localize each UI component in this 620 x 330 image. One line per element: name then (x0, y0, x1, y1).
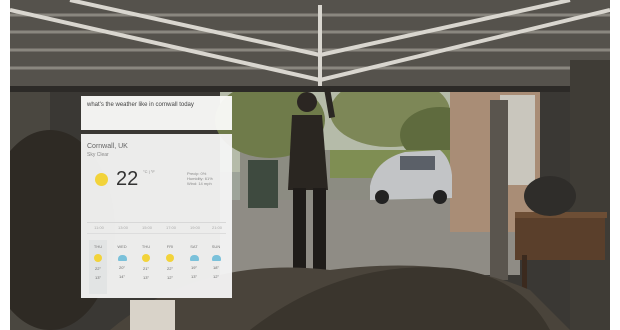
forecast-day[interactable]: SUN 18° 12° (207, 240, 225, 294)
hourly-line (87, 222, 226, 223)
day-high: 19° (190, 265, 198, 270)
forecast-day[interactable]: THU 21° 13° (137, 240, 155, 294)
day-high: 20° (118, 265, 126, 270)
sun-icon (142, 254, 150, 262)
day-low: 14° (118, 274, 126, 279)
wind-text: Wind: 14 mph (187, 181, 212, 186)
forecast-day[interactable]: THU 22° 13° (89, 240, 107, 294)
weather-details: Precip: 0% Humidity: 61% Wind: 14 mph (187, 171, 231, 186)
weather-location: Cornwall, UK (87, 143, 128, 150)
hour-label: 19:00 (189, 225, 200, 230)
hour-label: 17:00 (165, 225, 176, 230)
day-name: SUN (211, 244, 221, 249)
forecast-day[interactable]: FRI 22° 12° (161, 240, 179, 294)
day-low: 13° (94, 275, 102, 280)
day-high: 22° (94, 266, 102, 271)
temperature-unit-toggle[interactable]: °C | °F (143, 169, 155, 174)
weather-condition: Sky Clear (87, 152, 109, 158)
cloud-icon (189, 255, 199, 261)
hour-label: 15:00 (141, 225, 152, 230)
sun-icon (94, 254, 102, 262)
video-frame: what's the weather like in cornwall toda… (10, 0, 610, 330)
day-high: 18° (212, 265, 220, 270)
sun-icon (95, 173, 108, 186)
day-name: SAT (190, 244, 198, 249)
day-name: FRI (166, 244, 174, 249)
day-high: 21° (142, 266, 150, 271)
day-name: THU (93, 244, 103, 249)
day-high: 22° (166, 266, 174, 271)
day-name: THU (141, 244, 151, 249)
day-name: WED (117, 244, 127, 249)
day-low: 13° (190, 274, 198, 279)
current-temperature: 22 (116, 168, 139, 190)
day-low: 13° (142, 275, 150, 280)
forecast-day[interactable]: WED 20° 14° (113, 240, 131, 294)
hour-label: 11:00 (94, 225, 104, 230)
assistant-query-card[interactable]: what's the weather like in cornwall toda… (81, 96, 232, 130)
cloud-icon (117, 255, 127, 261)
weather-card[interactable]: Cornwall, UK Sky Clear 22 °C | °F Precip… (81, 134, 232, 298)
cloud-icon (211, 255, 221, 261)
sun-icon (166, 254, 174, 262)
daily-forecast: THU 22° 13° WED 20° 14° THU 21° 13° FRI … (87, 240, 226, 300)
forecast-day[interactable]: SAT 19° 13° (185, 240, 203, 294)
hour-label: 21:00 (211, 225, 222, 230)
query-text: what's the weather like in cornwall toda… (87, 102, 194, 108)
day-low: 12° (166, 275, 174, 280)
day-low: 12° (212, 274, 220, 279)
current-weather: 22 °C | °F Precip: 0% Humidity: 61% Wind… (87, 163, 226, 197)
hourly-strip: 11:00 13:00 15:00 17:00 19:00 21:00 (87, 219, 226, 234)
hour-label: 13:00 (117, 225, 128, 230)
